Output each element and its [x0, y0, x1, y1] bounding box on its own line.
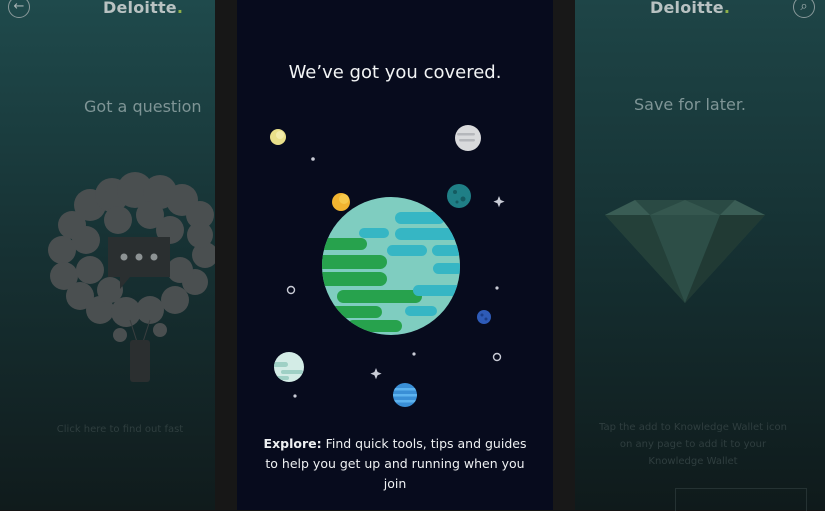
left-onboarding-panel: ← Deloitte. Got a question Click here to… [0, 0, 215, 510]
right-onboarding-panel: Deloitte. ⌕ Save for later. Tap the add … [575, 0, 825, 510]
right-divider [553, 0, 575, 510]
phone-icon [130, 340, 150, 382]
left-divider [215, 0, 237, 510]
main-description: Explore: Find quick tools, tips and guid… [259, 434, 531, 494]
description-bold-label: Explore: [263, 436, 322, 451]
right-panel-caption-3: Knowledge Wallet [648, 456, 738, 467]
left-panel-caption: Click here to find out fast [56, 424, 184, 435]
right-panel-caption-2: on any page to add it to your [619, 439, 767, 450]
main-onboarding-panel: We’ve got you covered. Explore: Find qui… [237, 0, 553, 510]
right-panel-caption-1: Tap the add to Knowledge Wallet icon [599, 422, 787, 433]
right-panel-button-outline [675, 488, 807, 511]
